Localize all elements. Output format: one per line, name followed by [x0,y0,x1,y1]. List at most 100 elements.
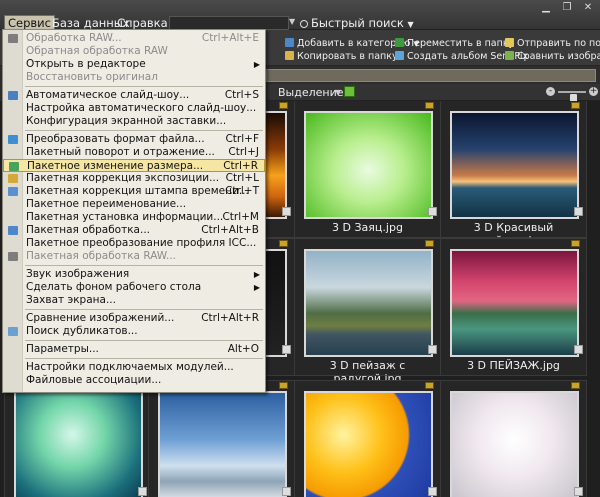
thumbnail-image[interactable] [450,111,579,219]
folder-move-icon [395,38,404,47]
checkbox-icon[interactable] [344,86,355,97]
close-icon[interactable]: ✕ [582,2,594,14]
thumbnail-cell[interactable] [294,380,441,497]
menu-item[interactable]: Пакетное преобразование профиля ICC... [3,237,265,250]
menu-item: Обработка RAW... Ctrl+Alt+E [3,32,265,45]
raw-icon [8,34,18,43]
zoom-out-icon[interactable]: - [546,87,555,96]
menu-item[interactable]: Поиск дубликатов... [3,325,265,338]
menu-item[interactable]: Пакетная установка информации... Ctrl+M [3,211,265,224]
menu-item[interactable]: Пакетная обработка... Ctrl+Alt+B [3,224,265,237]
menu-item-label: Восстановить оригинал [26,71,158,83]
thumbnail-image[interactable] [450,249,579,357]
menu-item[interactable]: Файловые ассоциации... [3,374,265,387]
menu-separator [25,265,263,266]
thumbnail-cell[interactable] [4,380,151,497]
select-checkbox[interactable] [282,207,291,216]
menu-item[interactable]: Сравнение изображений... Ctrl+Alt+R [3,312,265,325]
menu-item-label: Параметры... [26,343,99,355]
menu-item-label: Конфигурация экранной заставки... [26,115,227,127]
thumbnail-cell[interactable]: 3 D Красивый пейзаж.jpg [440,101,587,247]
menu-item[interactable]: Звук изображения ▶ [3,268,265,281]
action-label: Переместить в папку [407,38,515,49]
thumbnail-image[interactable] [304,111,433,219]
menu-item[interactable]: Настройки подключаемых модулей... [3,361,265,374]
thumbnail-caption: 3 D Заяц.jpg [332,221,403,234]
menu-item-label: Пакетная обработка... [26,224,151,236]
menu-item[interactable]: Преобразовать формат файла... Ctrl+F [3,133,265,146]
submenu-arrow-icon: ▶ [253,283,260,292]
menu-help[interactable]: Справка [114,16,171,30]
select-checkbox[interactable] [574,207,583,216]
menu-separator [25,309,263,310]
slideshow-icon [8,91,18,100]
menu-item[interactable]: Сделать фоном рабочего стола ▶ [3,281,265,294]
select-checkbox[interactable] [282,345,291,354]
action-label: Сравнить изображен [517,51,600,62]
thumbnail-cell[interactable] [440,380,587,497]
quick-search-button[interactable]: Быстрый поиск ▼ [300,16,414,30]
menu-item-label: Сделать фоном рабочего стола [26,281,202,293]
menu-item[interactable]: Захват экрана... [3,294,265,307]
action-label: Копировать в папку [297,51,398,62]
menu-item[interactable]: Пакетная коррекция штампа времени... Ctrl… [3,185,265,198]
menu-item-label: Обратная обработка RAW [26,45,168,57]
compare-images-button[interactable]: Сравнить изображен [505,51,600,63]
select-checkbox[interactable] [282,487,291,496]
menu-item[interactable]: Пакетный поворот и отражение... Ctrl+J [3,146,265,159]
timestamp-icon [8,187,18,196]
send-by-mail-button[interactable]: Отправить по почте [505,38,600,50]
thumbnail-cell[interactable]: 3 D Заяц.jpg [294,101,441,238]
menu-item-label: Звук изображения [26,268,130,280]
select-checkbox[interactable] [428,345,437,354]
menu-item[interactable]: Пакетное переименование... [3,198,265,211]
menu-separator [25,340,263,341]
thumbnail-image[interactable] [450,391,579,497]
menu-bar: Сервис База данных Справка ▼ Быстрый пои… [0,0,600,31]
category-tag-icon [571,382,580,389]
submenu-arrow-icon: ▶ [253,270,260,279]
address-field[interactable] [266,69,596,82]
zoom-slider[interactable] [558,91,586,103]
batch-icon [8,226,18,235]
select-checkbox[interactable] [428,207,437,216]
service-dropdown-menu: Обработка RAW... Ctrl+Alt+E Обратная обраб… [2,29,266,393]
menu-separator [25,130,263,131]
thumbnail-image[interactable] [304,249,433,357]
menu-item[interactable]: Настройка автоматического слайд-шоу... [3,102,265,115]
menu-item-label: Пакетное преобразование профиля ICC... [26,237,257,249]
minimize-icon[interactable]: ▁ [540,2,552,14]
menu-item-shortcut: Ctrl+Alt+B [201,224,259,236]
move-to-folder-button[interactable]: Переместить в папку [395,38,514,50]
sendpix-icon [395,51,404,60]
search-input[interactable] [169,16,289,30]
selection-menu[interactable]: Выделение [278,86,344,99]
select-checkbox[interactable] [138,487,147,496]
thumbnail-caption: 3 D ПЕЙЗАЖ.jpg [467,359,560,372]
thumbnail-cell[interactable]: 3 D ПЕЙЗАЖ.jpg [440,238,587,376]
chevron-down-icon[interactable]: ▼ [335,88,341,97]
thumbnail-image[interactable] [14,391,143,497]
menu-separator [25,86,263,87]
thumbnail-cell[interactable]: 3 D пейзаж с радугой.jpg [294,238,441,385]
menu-item-label: Настройки подключаемых модулей... [26,361,234,373]
menu-item[interactable]: Конфигурация экранной заставки... [3,115,265,128]
copy-to-folder-button[interactable]: Копировать в папку [285,51,398,63]
zoom-in-icon[interactable]: + [589,87,598,96]
menu-item[interactable]: Автоматическое слайд-шоу... Ctrl+S [3,89,265,102]
menu-item-label: Автоматическое слайд-шоу... [26,89,190,101]
select-checkbox[interactable] [574,345,583,354]
menu-item[interactable]: Пакетная коррекция экспозиции... Ctrl+L [3,172,265,185]
mail-icon [505,38,514,47]
restore-icon[interactable]: ❐ [561,2,573,14]
thumbnail-image[interactable] [304,391,433,497]
thumbnail-image[interactable] [158,391,287,497]
menu-item[interactable]: Параметры... Alt+O [3,343,265,356]
menu-item[interactable]: Открыть в редакторе ▶ [3,58,265,71]
thumbnail-cell[interactable] [148,380,295,497]
select-checkbox[interactable] [574,487,583,496]
chevron-down-icon[interactable]: ▼ [289,17,295,26]
menu-item[interactable]: Пакетное изменение размера... Ctrl+R [3,159,265,172]
menu-item-label: Открыть в редакторе [26,58,146,70]
select-checkbox[interactable] [428,487,437,496]
